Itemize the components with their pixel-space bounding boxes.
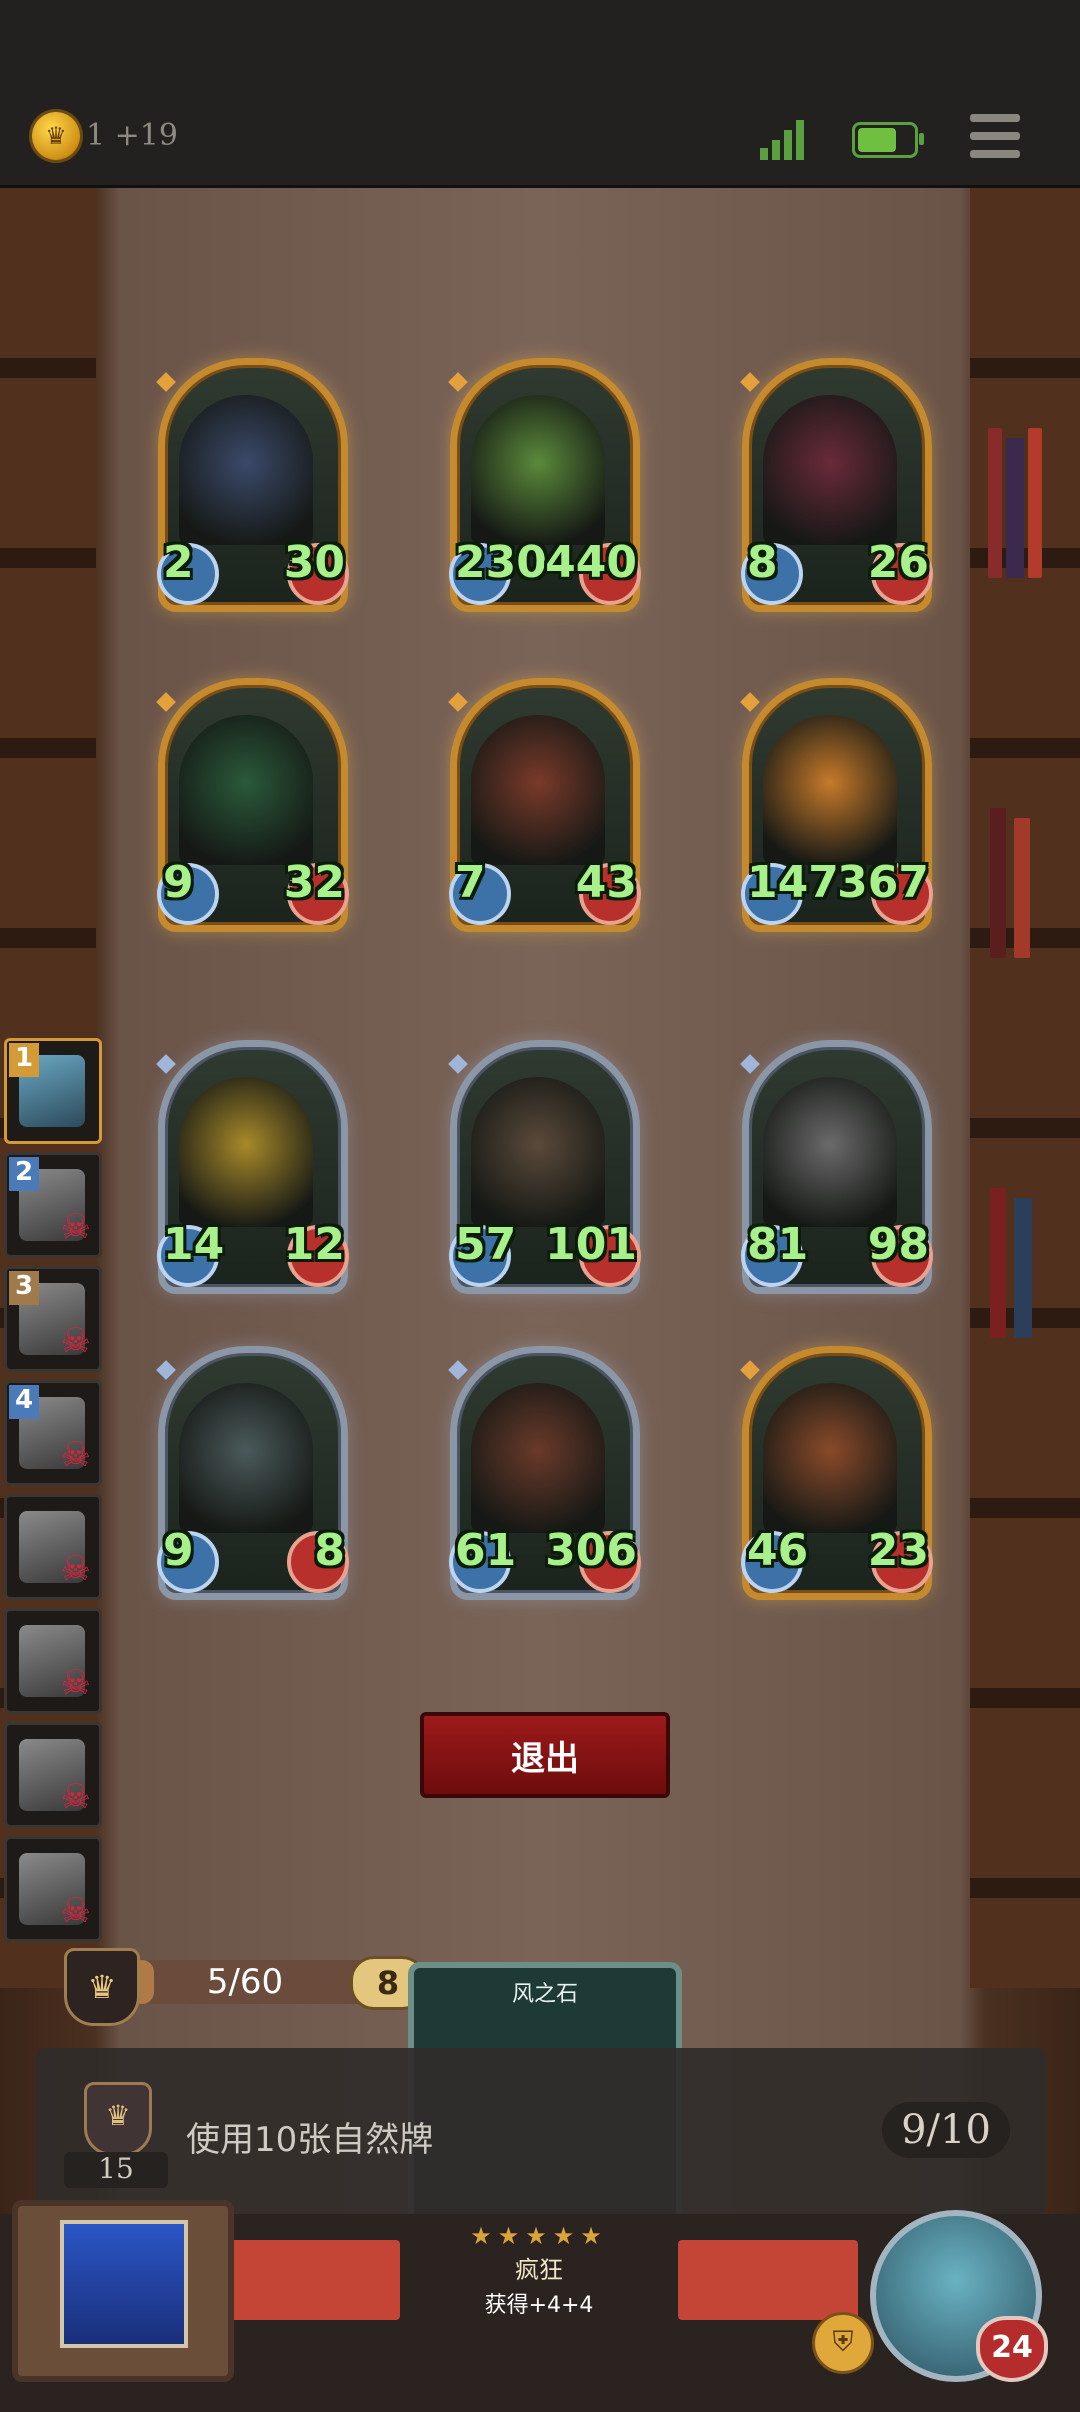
minion-card[interactable]: 147 367	[740, 678, 933, 932]
player-hp: 24	[976, 2316, 1048, 2382]
attack-value: 2	[163, 537, 194, 588]
effect-desc: 获得+4+4	[484, 2293, 594, 2318]
health-value: 98	[867, 1219, 929, 1270]
skull-icon: ☠	[60, 1321, 91, 1361]
minion-card[interactable]: 98	[156, 1346, 349, 1600]
battery-icon	[852, 122, 924, 158]
health-value: 8	[314, 1525, 345, 1576]
coin-count: 1 +19	[86, 118, 178, 153]
hero-portrait-left[interactable]	[12, 2200, 234, 2382]
mission-level: 15	[64, 2152, 168, 2188]
attack-value: 81	[747, 1219, 809, 1270]
attack-value: 14	[163, 1219, 225, 1270]
side-minion-slot[interactable]: ☠	[4, 1722, 102, 1828]
minion-portrait	[179, 1077, 313, 1227]
skull-icon: ☠	[60, 1891, 91, 1931]
skull-icon: ☠	[60, 1549, 91, 1589]
skull-icon: ☠	[60, 1777, 91, 1817]
minion-card[interactable]: 57 101	[448, 1040, 641, 1294]
attack-value: 46	[747, 1525, 809, 1576]
side-minion-slot[interactable]: ☠	[4, 1836, 102, 1942]
side-minion-slot[interactable]: 2 ☠	[4, 1152, 102, 1258]
attack-value: 8	[747, 537, 778, 588]
health-value: 101	[545, 1219, 637, 1270]
minion-portrait	[471, 395, 605, 545]
skull-icon: ☠	[60, 1207, 91, 1247]
health-value: 23	[867, 1525, 929, 1576]
effect-name: 疯狂	[515, 2256, 563, 2284]
slot-number: 1	[9, 1043, 39, 1077]
slot-number: 3	[9, 1271, 39, 1305]
minion-card[interactable]: 81 98	[740, 1040, 933, 1294]
skull-icon: ☠	[60, 1435, 91, 1475]
crown-crest-icon: ♛	[84, 2082, 152, 2156]
coin-icon: ♛	[32, 112, 80, 160]
exit-button[interactable]: 退出	[420, 1712, 670, 1798]
signal-icon	[760, 120, 808, 160]
skull-icon: ☠	[60, 1663, 91, 1703]
mission-count: 9/10	[882, 2102, 1010, 2158]
health-value: 12	[283, 1219, 345, 1270]
minion-card[interactable]: 61 306	[448, 1346, 641, 1600]
attack-value: 7	[455, 857, 486, 908]
minion-card[interactable]: 230 440	[448, 358, 641, 612]
menu-icon[interactable]	[970, 112, 1020, 160]
minion-portrait	[471, 715, 605, 865]
minion-card[interactable]: 8 26	[740, 358, 933, 612]
health-value: 367	[837, 857, 929, 908]
mission-text: 使用10张自然牌	[186, 2120, 434, 2160]
mission-panel: ♛ 15 使用10张自然牌 9/10	[36, 2048, 1046, 2214]
progress-text: 5/60	[206, 1962, 284, 2002]
minion-portrait	[763, 1077, 897, 1227]
crown-crest-icon: ♛	[64, 1948, 140, 2026]
minion-card[interactable]: 2 30	[156, 358, 349, 612]
minion-portrait	[179, 1383, 313, 1533]
right-bookshelf	[970, 188, 1080, 1988]
crazy-effect: ★★★★★ 疯狂 获得+4+4	[408, 2222, 670, 2318]
minion-portrait	[763, 395, 897, 545]
attack-value: 61	[455, 1525, 517, 1576]
attack-value: 9	[163, 1525, 194, 1576]
health-value: 43	[575, 857, 637, 908]
side-minion-slot[interactable]: 3 ☠	[4, 1266, 102, 1372]
minion-portrait	[763, 1383, 897, 1533]
minion-portrait	[471, 1383, 605, 1533]
health-value: 26	[867, 537, 929, 588]
minion-card[interactable]: 9 32	[156, 678, 349, 932]
health-value: 306	[545, 1525, 637, 1576]
side-minion-slot[interactable]: ☠	[4, 1494, 102, 1600]
slot-number: 4	[9, 1385, 39, 1419]
top-bar: ♛ 1 +19	[0, 0, 1080, 188]
side-minion-slot[interactable]: ☠	[4, 1608, 102, 1714]
attack-value: 147	[747, 857, 839, 908]
side-minion-slot[interactable]: 1	[4, 1038, 102, 1144]
attack-value: 230	[455, 537, 547, 588]
health-value: 30	[283, 537, 345, 588]
health-value: 440	[545, 537, 637, 588]
attack-value: 9	[163, 857, 194, 908]
helmet-icon[interactable]: ⛨	[812, 2312, 874, 2374]
health-value: 32	[283, 857, 345, 908]
minion-portrait	[179, 715, 313, 865]
card-preview-title: 风之石	[511, 1982, 578, 2007]
side-minion-slot[interactable]: 4 ☠	[4, 1380, 102, 1486]
star-rating: ★★★★★	[470, 2222, 608, 2250]
minion-portrait	[763, 715, 897, 865]
level-progress: ♛ 5/60 8	[64, 1948, 426, 2026]
minion-card[interactable]: 7 43	[448, 678, 641, 932]
minion-portrait	[179, 395, 313, 545]
minion-portrait	[471, 1077, 605, 1227]
minion-card[interactable]: 46 23	[740, 1346, 933, 1600]
minion-card[interactable]: 14 12	[156, 1040, 349, 1294]
slot-number: 2	[9, 1157, 39, 1191]
attack-value: 57	[455, 1219, 517, 1270]
